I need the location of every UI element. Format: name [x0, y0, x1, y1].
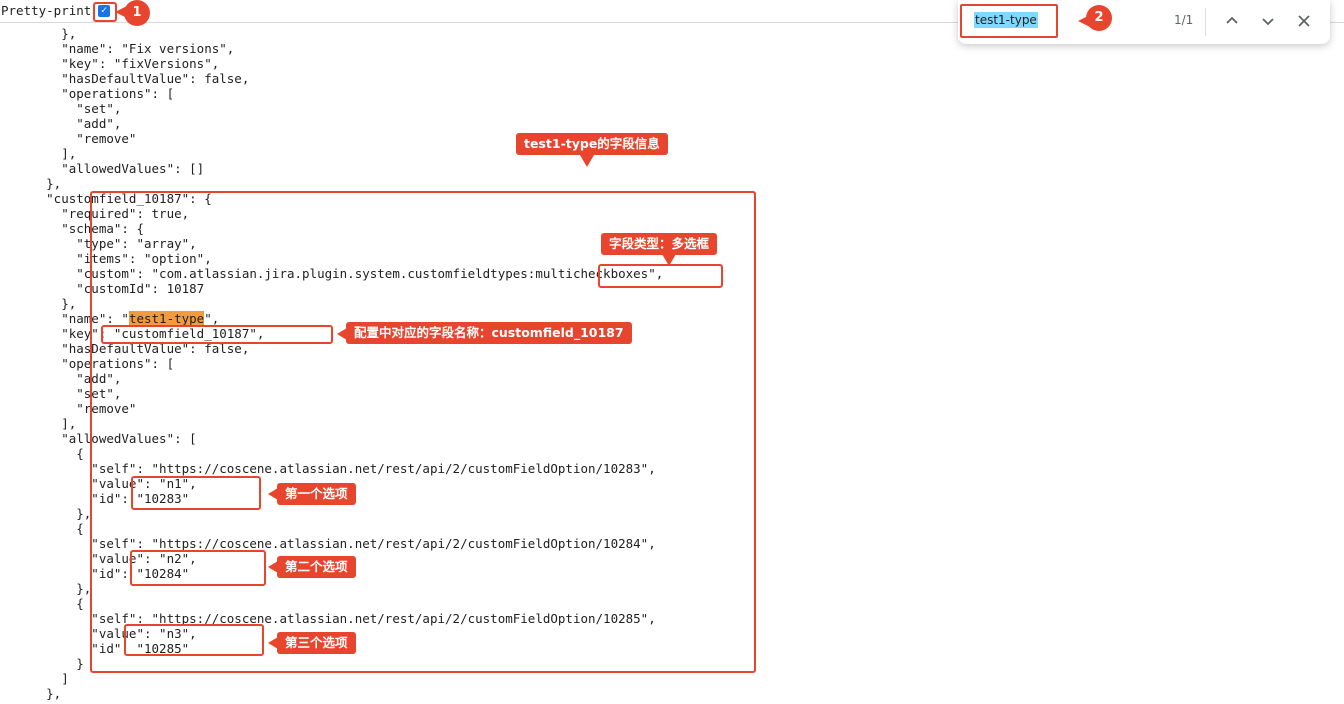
code-line: }, — [1, 686, 62, 701]
code-line: }, — [1, 581, 92, 596]
code-line: "key": "fixVersions", — [1, 56, 220, 71]
option-1-callout: 第一个选项 — [277, 483, 356, 505]
field-info-pointer — [580, 155, 594, 167]
code-line: }, — [1, 296, 77, 311]
option-2-callout: 第二个选项 — [277, 556, 356, 578]
code-line: "remove" — [1, 131, 137, 146]
code-line: } — [1, 656, 84, 671]
pretty-print-label: Pretty-print — [1, 3, 92, 18]
code-line: "operations": [ — [1, 86, 175, 101]
code-line: }, — [1, 26, 77, 41]
option-2-box — [130, 550, 266, 586]
step-2-badge: 2 — [1086, 5, 1112, 31]
code-line: { — [1, 596, 84, 611]
code-line: { — [1, 521, 84, 536]
config-name-callout: 配置中对应的字段名称：customfield_10187 — [346, 322, 632, 344]
pretty-print-highlight-box — [93, 2, 117, 22]
option-3-callout: 第三个选项 — [277, 632, 356, 654]
find-bar: test1-type 2 1/1 — [958, 0, 1330, 44]
multicheckboxes-box — [598, 264, 723, 288]
code-line: }, — [1, 176, 62, 191]
option-3-box — [124, 624, 264, 656]
close-icon — [1298, 15, 1310, 27]
code-line: "allowedValues": [] — [1, 161, 205, 176]
code-line: }, — [1, 506, 92, 521]
find-close-button[interactable] — [1293, 10, 1315, 32]
chevron-down-icon — [1262, 18, 1274, 26]
code-line: { — [1, 446, 84, 461]
find-prev-button[interactable] — [1221, 10, 1243, 32]
find-separator — [1205, 8, 1206, 36]
step-1-badge: 1 — [124, 0, 150, 26]
code-line: "add", — [1, 116, 122, 131]
code-line: "hasDefaultValue": false, — [1, 71, 250, 86]
code-line: ], — [1, 146, 77, 161]
option-1-box — [131, 476, 261, 510]
chevron-up-icon — [1226, 16, 1238, 24]
find-match-count: 1/1 — [1174, 13, 1194, 27]
code-line: "set", — [1, 101, 122, 116]
code-line: ] — [1, 671, 69, 686]
find-input[interactable]: test1-type — [974, 12, 1038, 28]
key-line-box — [101, 325, 333, 344]
find-next-button[interactable] — [1257, 10, 1279, 32]
code-line: "name": "Fix versions", — [1, 41, 235, 56]
field-type-callout: 字段类型：多选框 — [601, 233, 718, 255]
code-line: ], — [1, 416, 77, 431]
field-info-callout: test1-type的字段信息 — [516, 133, 668, 155]
